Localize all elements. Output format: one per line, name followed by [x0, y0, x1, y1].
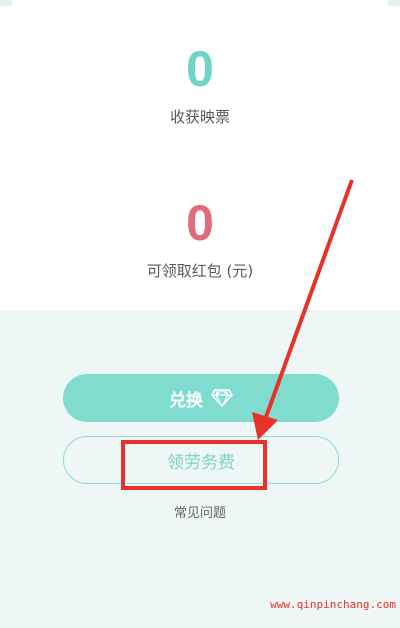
harvest-tickets-label: 收获映票 [169, 108, 230, 126]
exchange-button-label: 兑换 [169, 390, 203, 411]
diamond-icon [211, 389, 233, 407]
exchange-button[interactable]: 兑换 [63, 374, 339, 422]
watermark-text: www.qinpinchang.com [270, 598, 396, 611]
red-packet-value: 0 [186, 195, 214, 251]
annotation-highlight-box [121, 440, 267, 490]
red-packet-label: 可领取红包 (元) [146, 262, 254, 280]
harvest-tickets-value: 0 [186, 41, 214, 97]
faq-link[interactable]: 常见问题 [0, 502, 400, 521]
app-page: 0 收获映票 0 可领取红包 (元) 兑换 领劳务费 常见问题 www.qinp… [0, 0, 400, 628]
